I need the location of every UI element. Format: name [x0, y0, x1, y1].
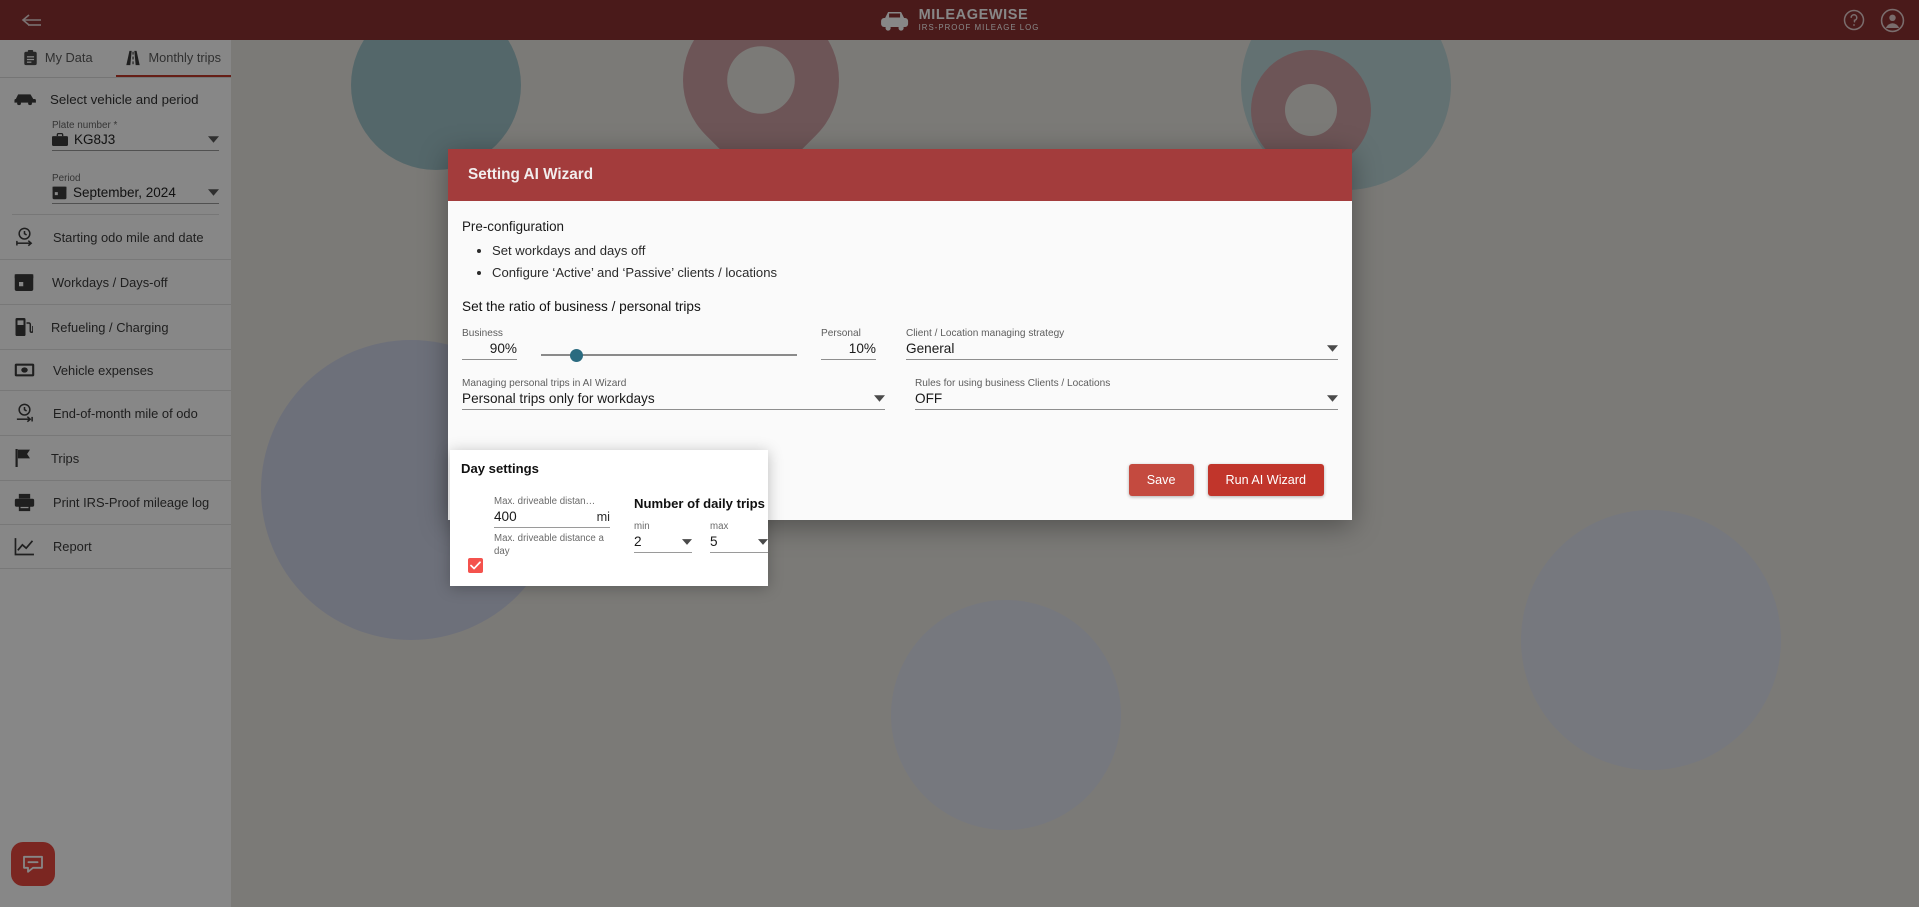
day-settings-controls: Max. driveable distan… mi Max. driveable…	[461, 496, 768, 573]
check-icon	[470, 561, 481, 570]
preconfiguration-heading: Pre-configuration	[462, 219, 564, 234]
chevron-down-icon[interactable]	[1327, 395, 1338, 402]
ratio-heading: Set the ratio of business / personal tri…	[462, 299, 701, 315]
max-distance-checkbox[interactable]	[468, 558, 483, 573]
ratio-slider[interactable]	[517, 348, 821, 362]
strategy-label: Client / Location managing strategy	[906, 328, 1065, 340]
dialog-body: Pre-configuration Set workdays and days …	[448, 201, 1352, 430]
rules-label: Rules for using business Clients / Locat…	[915, 378, 1111, 390]
chevron-down-icon[interactable]	[758, 538, 768, 545]
preconfiguration-list: Set workdays and days off Configure ‘Act…	[492, 240, 1338, 283]
client-location-strategy-select[interactable]: Client / Location managing strategy Gene…	[906, 328, 1338, 361]
ratio-row: Business 90% Personal 10% Client / Locat…	[462, 328, 1338, 362]
personal-trips-label: Managing personal trips in AI Wizard	[462, 378, 627, 390]
max-distance-hint: Max. driveable distance a day	[494, 533, 604, 557]
day-settings-panel: Day settings Max. driveable distan… mi M…	[450, 450, 768, 586]
settings-row-2: Managing personal trips in AI Wizard Per…	[462, 378, 1338, 411]
dialog-title: Setting AI Wizard	[468, 166, 594, 183]
business-client-rules-select[interactable]: Rules for using business Clients / Locat…	[915, 378, 1338, 411]
business-value: 90%	[462, 341, 517, 361]
list-item: Set workdays and days off	[492, 240, 1338, 262]
run-ai-wizard-button[interactable]: Run AI Wizard	[1207, 464, 1324, 497]
distance-unit: mi	[596, 510, 610, 524]
managing-personal-trips-select[interactable]: Managing personal trips in AI Wizard Per…	[462, 378, 885, 411]
chevron-down-icon[interactable]	[874, 395, 885, 402]
save-button[interactable]: Save	[1128, 464, 1194, 497]
slider-track	[541, 348, 797, 362]
max-distance-input[interactable]	[494, 509, 574, 524]
daily-trips-min-select[interactable]: min 2	[634, 521, 692, 553]
max-driveable-distance-field: Max. driveable distan… mi Max. driveable…	[494, 496, 610, 558]
chevron-down-icon[interactable]	[682, 538, 692, 545]
personal-value: 10%	[821, 341, 876, 361]
personal-percent-field[interactable]: Personal 10%	[821, 328, 876, 361]
day-settings-title: Day settings	[461, 461, 539, 476]
strategy-value: General	[906, 341, 955, 357]
number-of-daily-trips-group: Number of daily trips min 2 max 5	[634, 496, 768, 553]
daily-trips-title: Number of daily trips	[634, 496, 765, 511]
min-value: 2	[634, 534, 642, 549]
daily-trips-max-select[interactable]: max 5	[710, 521, 768, 553]
min-label: min	[634, 521, 650, 532]
chevron-down-icon[interactable]	[1327, 345, 1338, 352]
list-item: Configure ‘Active’ and ‘Passive’ clients…	[492, 262, 1338, 284]
business-label: Business	[462, 328, 503, 340]
max-distance-label: Max. driveable distan…	[494, 496, 596, 507]
dialog-header: Setting AI Wizard	[448, 149, 1352, 201]
personal-label: Personal	[821, 328, 861, 340]
business-percent-field[interactable]: Business 90%	[462, 328, 517, 361]
slider-thumb[interactable]	[570, 348, 584, 362]
max-label: max	[710, 521, 729, 532]
personal-trips-value: Personal trips only for workdays	[462, 391, 655, 407]
rules-value: OFF	[915, 391, 943, 407]
max-value: 5	[710, 534, 718, 549]
